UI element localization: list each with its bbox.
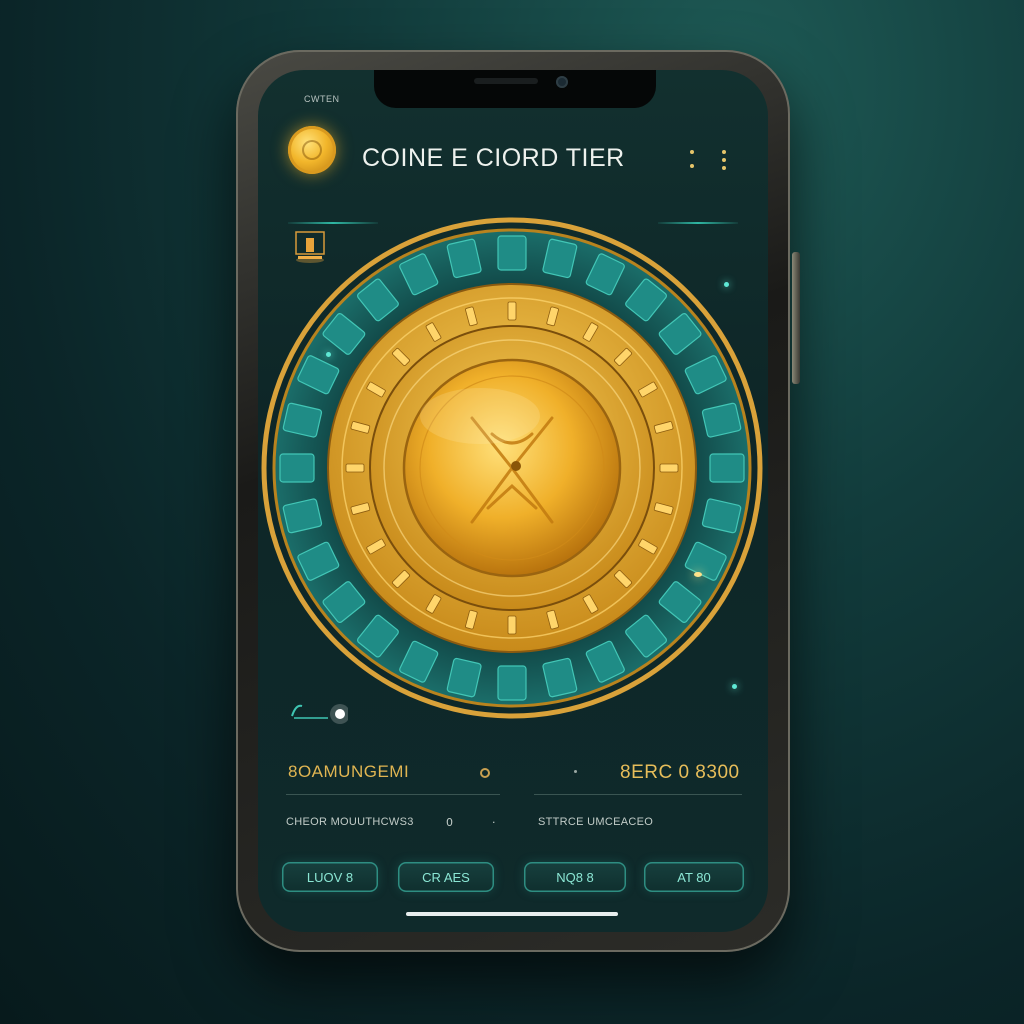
stat-value: 8ERC 0 8300 xyxy=(620,762,740,783)
status-label: CWTEN xyxy=(304,94,340,104)
dial-tick xyxy=(659,463,679,473)
stats-divider-right xyxy=(534,794,742,795)
home-indicator[interactable] xyxy=(406,912,618,916)
glow-spark xyxy=(724,282,729,287)
detail-mark: · xyxy=(492,816,496,829)
glow-spark xyxy=(694,572,702,577)
camera-icon xyxy=(556,76,568,88)
coin-dial[interactable] xyxy=(260,216,764,720)
stat-separator xyxy=(574,770,577,773)
coin-logo-inner xyxy=(302,140,322,160)
coin-logo-icon[interactable] xyxy=(288,126,336,174)
stat-indicator-icon xyxy=(480,768,490,778)
side-button xyxy=(792,252,800,384)
dial-tick xyxy=(507,301,517,321)
detail-text-right: STTRCE UMCEACEO xyxy=(538,816,654,828)
dial-tick xyxy=(507,615,517,635)
notch xyxy=(374,70,656,108)
gem-icon xyxy=(291,704,348,724)
glow-spark xyxy=(732,684,737,689)
coin-dial-graphic xyxy=(261,217,763,719)
action-button-1[interactable]: LUOV 8 xyxy=(282,862,378,892)
dial-tick xyxy=(345,463,365,473)
action-button-2[interactable]: CR AES xyxy=(398,862,494,892)
speaker-grille xyxy=(474,78,538,84)
detail-mark: 0 xyxy=(446,816,453,829)
stats-divider-left xyxy=(286,794,500,795)
action-button-3[interactable]: NQ8 8 xyxy=(524,862,626,892)
dial-segment xyxy=(497,235,527,271)
page-title: COINE E CIORD TIER xyxy=(362,144,625,172)
phone-screen: CWTEN COINE E CIORD TIER 8OAMUNGEMI 8ERC… xyxy=(258,70,768,932)
stat-label: 8OAMUNGEMI xyxy=(288,762,410,781)
action-button-4[interactable]: AT 80 xyxy=(644,862,744,892)
menu-dots-icon[interactable] xyxy=(686,146,730,174)
dial-segment xyxy=(279,453,315,483)
dial-segment xyxy=(497,665,527,701)
glow-spark xyxy=(326,352,331,357)
dial-segment xyxy=(709,453,745,483)
detail-text-left: CHEOR MOUUTHCWS3 xyxy=(286,816,414,828)
